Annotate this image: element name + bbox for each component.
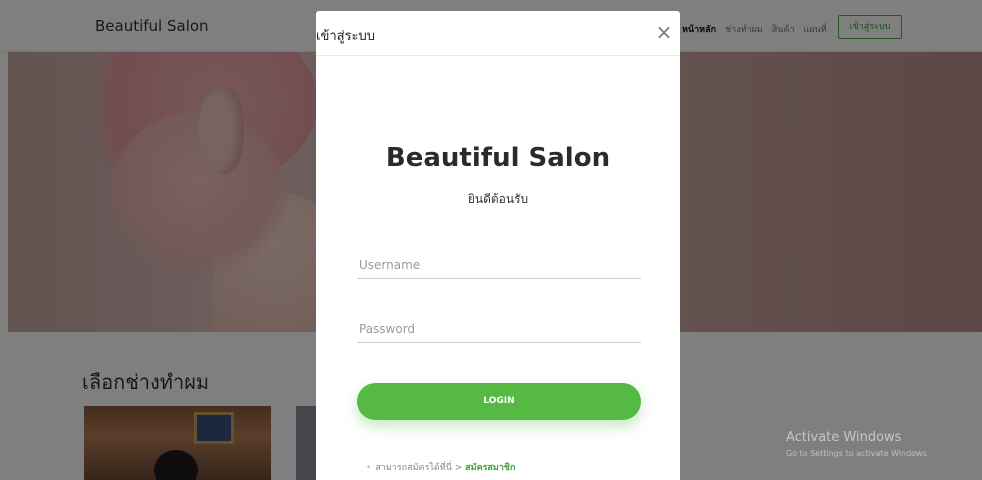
login-modal: เข้าสู่ระบบ × Beautiful Salon ยินดีต้อนร…	[316, 11, 680, 480]
login-brand-title: Beautiful Salon	[385, 143, 611, 173]
welcome-text: ยินดีต้อนรับ	[467, 192, 529, 206]
modal-header: เข้าสู่ระบบ ×	[316, 11, 680, 56]
register-prompt: • สามารถสมัครได้ที่นี่ > สมัครสมาชิก	[366, 460, 515, 474]
bullet-icon: •	[366, 463, 372, 473]
password-input[interactable]	[357, 315, 641, 343]
modal-title: เข้าสู่ระบบ	[316, 29, 376, 44]
close-icon[interactable]: ×	[653, 21, 675, 43]
register-link[interactable]: สมัครสมาชิก	[465, 463, 515, 473]
username-input[interactable]	[357, 251, 641, 279]
login-button[interactable]: LOGIN	[357, 383, 641, 420]
activate-windows-title: Activate Windows	[786, 430, 902, 445]
register-text: สามารถสมัครได้ที่นี่ >	[375, 463, 463, 473]
activate-windows-subtitle: Go to Settings to activate Windows.	[786, 449, 930, 458]
